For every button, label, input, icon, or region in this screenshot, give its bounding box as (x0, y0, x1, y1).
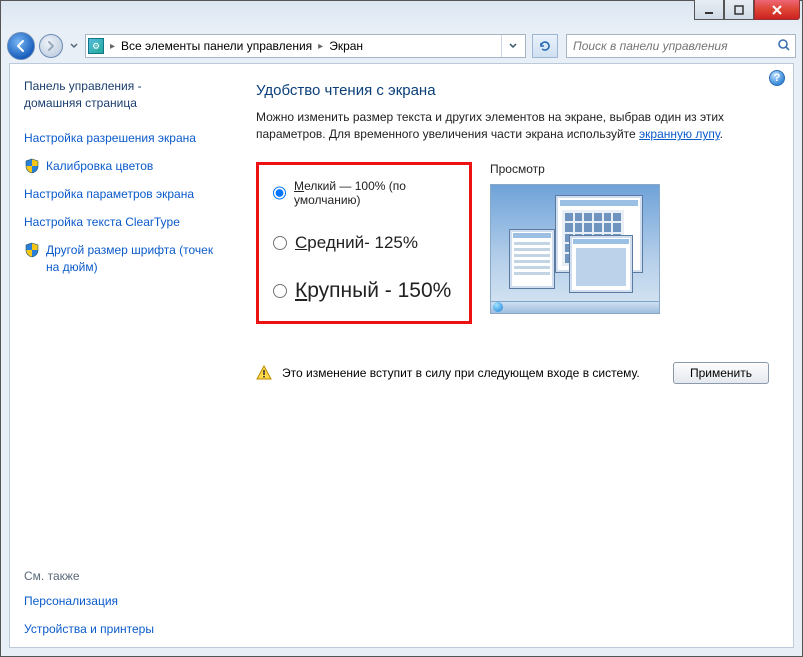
maximize-button[interactable] (724, 0, 754, 20)
dpi-option-large[interactable]: Крупный - 150% (273, 279, 453, 303)
apply-button[interactable]: Применить (673, 362, 769, 384)
close-button[interactable] (754, 0, 800, 20)
notice-text: Это изменение вступит в силу при следующ… (282, 366, 640, 380)
desc-text-end: . (720, 127, 723, 141)
see-also-header: См. также (24, 569, 214, 583)
address-bar[interactable]: ⚙ ▸ Все элементы панели управления ▸ Экр… (85, 34, 526, 58)
dpi-options-highlighted: Мелкий — 100% (по умолчанию) Средний- 12… (256, 162, 472, 324)
control-panel-icon: ⚙ (88, 38, 104, 54)
sidebar-link-cleartype[interactable]: Настройка текста ClearType (24, 214, 214, 230)
sidebar-link-label: Другой размер шрифта (точек на дюйм) (46, 242, 214, 274)
nav-forward-button[interactable] (39, 34, 63, 58)
breadcrumb-item[interactable]: Все элементы панели управления (121, 39, 312, 53)
option-label: Средний- 125% (295, 233, 418, 253)
sidebar-link-display-settings[interactable]: Настройка параметров экрана (24, 186, 214, 202)
address-dropdown-button[interactable] (501, 35, 523, 57)
sidebar: Панель управления - домашняя страница На… (10, 64, 228, 647)
main-panel: Удобство чтения с экрана Можно изменить … (228, 64, 793, 647)
preview-image (490, 184, 660, 314)
seealso-link-label: Устройства и принтеры (24, 621, 154, 637)
option-label: Мелкий — 100% (по умолчанию) (294, 179, 453, 207)
dpi-option-medium[interactable]: Средний- 125% (273, 233, 453, 253)
home-link-line1: Панель управления - (24, 79, 142, 93)
sidebar-link-label: Калибровка цветов (46, 158, 153, 174)
chevron-right-icon: ▸ (316, 41, 325, 52)
minimize-button[interactable] (694, 0, 724, 20)
notice-row: Это изменение вступит в силу при следующ… (256, 362, 769, 384)
chevron-right-icon: ▸ (108, 41, 117, 52)
sidebar-link-color-calibration[interactable]: Калибровка цветов (24, 158, 214, 174)
shield-icon (24, 242, 40, 258)
nav-row: ⚙ ▸ Все элементы панели управления ▸ Экр… (1, 29, 802, 63)
sidebar-link-resolution[interactable]: Настройка разрешения экрана (24, 130, 214, 146)
window-frame: ⚙ ▸ Все элементы панели управления ▸ Экр… (0, 0, 803, 657)
warning-icon (256, 365, 272, 381)
sidebar-link-label: Настройка разрешения экрана (24, 130, 196, 146)
sidebar-link-custom-dpi[interactable]: Другой размер шрифта (точек на дюйм) (24, 242, 214, 274)
window-controls (694, 0, 800, 20)
content-area: ? Панель управления - домашняя страница … (9, 63, 794, 648)
seealso-link-label: Персонализация (24, 593, 118, 609)
radio-large[interactable] (273, 284, 287, 298)
sidebar-links: Настройка разрешения экрана Калибр (24, 130, 214, 275)
seealso-link-devices[interactable]: Устройства и принтеры (24, 621, 214, 637)
sidebar-link-label: Настройка текста ClearType (24, 214, 180, 230)
dpi-option-small[interactable]: Мелкий — 100% (по умолчанию) (273, 179, 453, 207)
titlebar (1, 1, 802, 29)
radio-medium[interactable] (273, 236, 287, 250)
shield-icon (24, 158, 40, 174)
control-panel-home-link[interactable]: Панель управления - домашняя страница (24, 78, 214, 112)
options-row: Мелкий — 100% (по умолчанию) Средний- 12… (256, 162, 769, 324)
page-title: Удобство чтения с экрана (256, 82, 769, 99)
refresh-button[interactable] (532, 34, 558, 58)
preview-column: Просмотр (490, 162, 769, 314)
nav-back-button[interactable] (7, 32, 35, 60)
seealso-link-personalization[interactable]: Персонализация (24, 593, 214, 609)
sidebar-link-label: Настройка параметров экрана (24, 186, 194, 202)
page-description: Можно изменить размер текста и других эл… (256, 109, 769, 144)
radio-small[interactable] (273, 186, 286, 200)
home-link-line2: домашняя страница (24, 96, 137, 110)
breadcrumb-item[interactable]: Экран (329, 39, 363, 53)
search-box[interactable] (566, 34, 796, 58)
see-also-links: Персонализация Устройства и принтеры (24, 593, 214, 637)
option-label: Крупный - 150% (295, 279, 451, 303)
nav-history-dropdown[interactable] (67, 36, 81, 56)
search-input[interactable] (571, 38, 777, 54)
search-icon (777, 38, 791, 55)
magnifier-link[interactable]: экранную лупу (639, 127, 720, 141)
preview-label: Просмотр (490, 162, 769, 176)
